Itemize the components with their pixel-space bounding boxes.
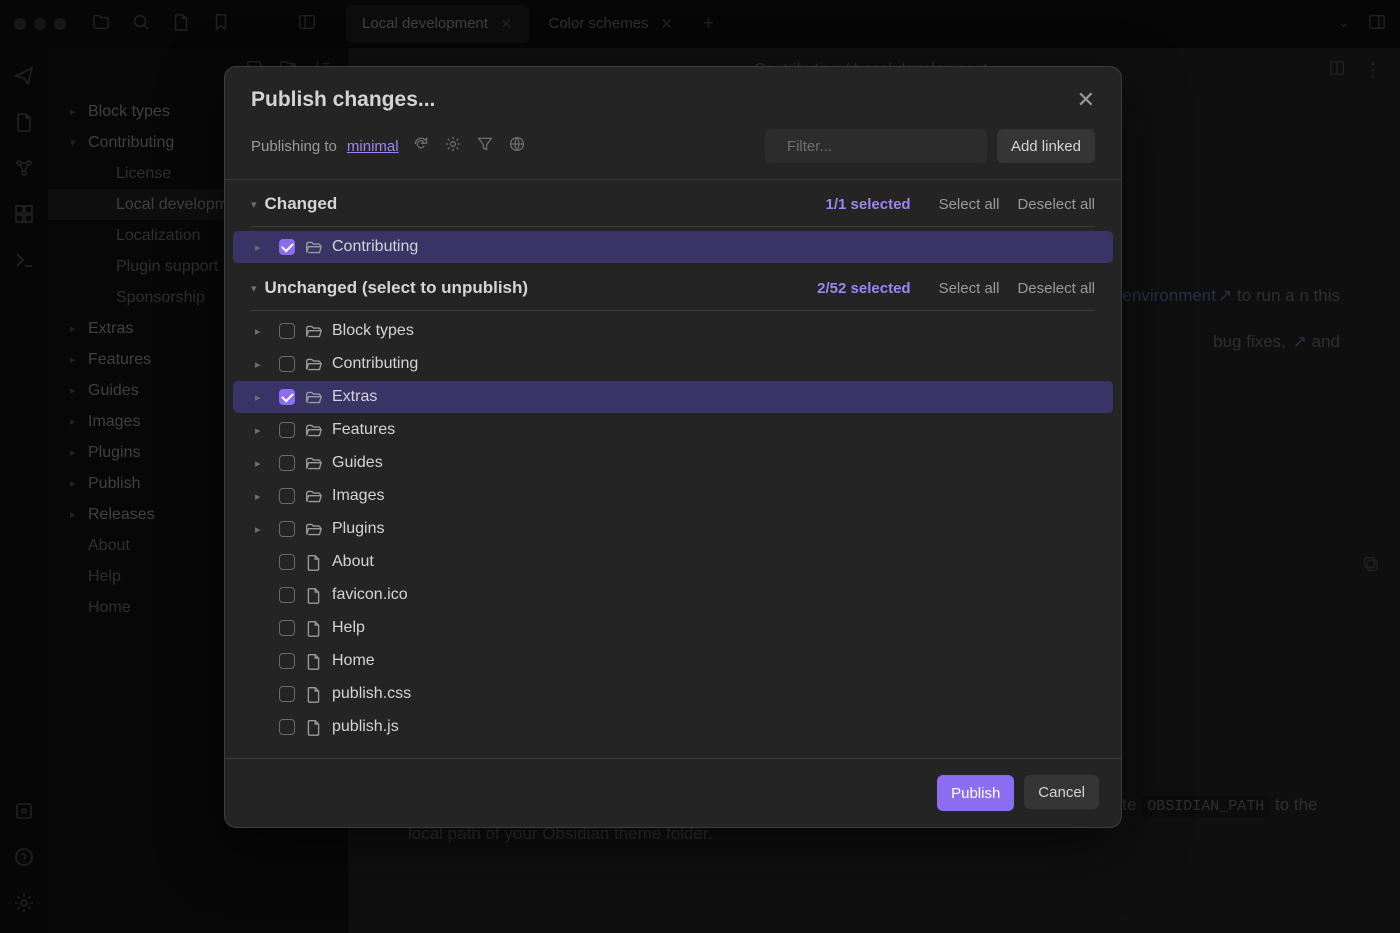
checkbox[interactable] bbox=[279, 686, 295, 702]
modal-title: Publish changes... bbox=[251, 88, 1077, 112]
row-label: Contributing bbox=[332, 238, 418, 256]
folder-icon bbox=[305, 356, 322, 373]
file-icon bbox=[305, 554, 322, 571]
publishing-to-label: Publishing to bbox=[251, 138, 337, 155]
row-label: Contributing bbox=[332, 355, 418, 373]
publish-row-block-types[interactable]: ▸ Block types bbox=[233, 315, 1113, 347]
publish-row-favicon-ico[interactable]: favicon.ico bbox=[233, 579, 1113, 611]
unchanged-section-header[interactable]: ▾ Unchanged (select to unpublish) 2/52 s… bbox=[229, 264, 1117, 306]
publish-row-about[interactable]: About bbox=[233, 546, 1113, 578]
add-linked-button[interactable]: Add linked bbox=[997, 129, 1095, 163]
changed-section-header[interactable]: ▾ Changed 1/1 selected Select all Desele… bbox=[229, 180, 1117, 222]
publish-row-contributing[interactable]: ▸ Contributing bbox=[233, 231, 1113, 263]
row-label: Home bbox=[332, 652, 375, 670]
folder-icon bbox=[305, 521, 322, 538]
checkbox[interactable] bbox=[279, 422, 295, 438]
checkbox[interactable] bbox=[279, 455, 295, 471]
row-label: publish.css bbox=[332, 685, 411, 703]
publish-row-features[interactable]: ▸ Features bbox=[233, 414, 1113, 446]
publish-changes-modal: Publish changes... ✕ Publishing to minim… bbox=[224, 66, 1122, 828]
file-icon bbox=[305, 653, 322, 670]
checkbox[interactable] bbox=[279, 587, 295, 603]
checkbox[interactable] bbox=[279, 554, 295, 570]
checkbox[interactable] bbox=[279, 239, 295, 255]
chevron-right-icon: ▸ bbox=[255, 358, 269, 371]
row-label: publish.js bbox=[332, 718, 399, 736]
row-label: Guides bbox=[332, 454, 383, 472]
chevron-right-icon: ▸ bbox=[255, 523, 269, 536]
changed-select-all[interactable]: Select all bbox=[939, 196, 1000, 213]
checkbox[interactable] bbox=[279, 521, 295, 537]
publish-row-guides[interactable]: ▸ Guides bbox=[233, 447, 1113, 479]
publish-row-home[interactable]: Home bbox=[233, 645, 1113, 677]
changed-deselect-all[interactable]: Deselect all bbox=[1017, 196, 1095, 213]
folder-icon bbox=[305, 389, 322, 406]
modal-close-icon[interactable]: ✕ bbox=[1077, 87, 1095, 113]
file-icon bbox=[305, 686, 322, 703]
publish-row-plugins[interactable]: ▸ Plugins bbox=[233, 513, 1113, 545]
changed-selected-count: 1/1 selected bbox=[826, 196, 911, 213]
checkbox[interactable] bbox=[279, 488, 295, 504]
unchanged-selected-count: 2/52 selected bbox=[817, 280, 910, 297]
chevron-down-icon: ▾ bbox=[251, 282, 257, 295]
chevron-right-icon: ▸ bbox=[255, 391, 269, 404]
checkbox[interactable] bbox=[279, 356, 295, 372]
folder-icon bbox=[305, 323, 322, 340]
row-label: Images bbox=[332, 487, 384, 505]
chevron-right-icon: ▸ bbox=[255, 490, 269, 503]
site-globe-icon[interactable] bbox=[509, 136, 525, 156]
unchanged-deselect-all[interactable]: Deselect all bbox=[1017, 280, 1095, 297]
folder-icon bbox=[305, 488, 322, 505]
chevron-right-icon: ▸ bbox=[255, 325, 269, 338]
publish-row-help[interactable]: Help bbox=[233, 612, 1113, 644]
filter-input-wrap[interactable] bbox=[765, 129, 987, 163]
chevron-right-icon: ▸ bbox=[255, 241, 269, 254]
folder-icon bbox=[305, 422, 322, 439]
file-icon bbox=[305, 620, 322, 637]
folder-icon bbox=[305, 239, 322, 256]
checkbox[interactable] bbox=[279, 389, 295, 405]
refresh-icon[interactable] bbox=[413, 136, 429, 156]
folder-icon bbox=[305, 455, 322, 472]
row-label: Features bbox=[332, 421, 395, 439]
checkbox[interactable] bbox=[279, 323, 295, 339]
publish-row-contributing[interactable]: ▸ Contributing bbox=[233, 348, 1113, 380]
publish-row-images[interactable]: ▸ Images bbox=[233, 480, 1113, 512]
modal-body[interactable]: ▾ Changed 1/1 selected Select all Desele… bbox=[225, 180, 1121, 758]
row-label: Block types bbox=[332, 322, 414, 340]
checkbox[interactable] bbox=[279, 653, 295, 669]
row-label: Extras bbox=[332, 388, 377, 406]
file-icon bbox=[305, 719, 322, 736]
file-icon bbox=[305, 587, 322, 604]
row-label: About bbox=[332, 553, 374, 571]
site-settings-icon[interactable] bbox=[445, 136, 461, 156]
checkbox[interactable] bbox=[279, 719, 295, 735]
chevron-down-icon: ▾ bbox=[251, 198, 257, 211]
changed-title: Changed bbox=[265, 194, 818, 214]
row-label: Plugins bbox=[332, 520, 384, 538]
unchanged-title: Unchanged (select to unpublish) bbox=[265, 278, 810, 298]
unchanged-select-all[interactable]: Select all bbox=[939, 280, 1000, 297]
chevron-right-icon: ▸ bbox=[255, 457, 269, 470]
publish-row-extras[interactable]: ▸ Extras bbox=[233, 381, 1113, 413]
chevron-right-icon: ▸ bbox=[255, 424, 269, 437]
publish-button[interactable]: Publish bbox=[937, 775, 1014, 811]
row-label: Help bbox=[332, 619, 365, 637]
row-label: favicon.ico bbox=[332, 586, 408, 604]
publish-row-publish-css[interactable]: publish.css bbox=[233, 678, 1113, 710]
cancel-button[interactable]: Cancel bbox=[1024, 775, 1099, 809]
filter-input[interactable] bbox=[785, 137, 988, 156]
filter-icon[interactable] bbox=[477, 136, 493, 156]
site-name-link[interactable]: minimal bbox=[347, 138, 399, 155]
publish-row-publish-js[interactable]: publish.js bbox=[233, 711, 1113, 743]
checkbox[interactable] bbox=[279, 620, 295, 636]
